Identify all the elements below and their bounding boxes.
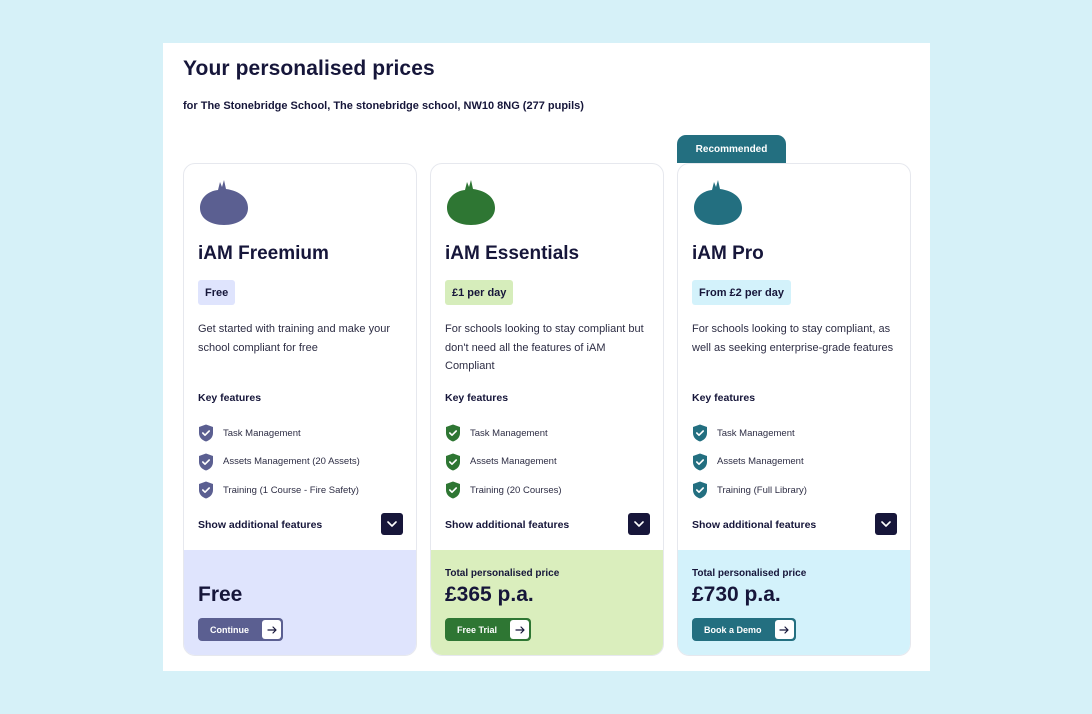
plan-name: iAM Pro [692, 243, 764, 264]
shield-check-icon [693, 453, 707, 471]
feature-label: Assets Management [470, 456, 557, 468]
chevron-down-icon [881, 521, 891, 527]
shield-check-icon [446, 453, 460, 471]
show-additional-features-label[interactable]: Show additional features [198, 519, 322, 531]
shield-check-icon [446, 481, 460, 499]
feature-list: Task Management Assets Management Traini… [692, 419, 807, 505]
shield-check-icon [199, 424, 213, 442]
pricing-panel: Your personalised prices for The Stonebr… [163, 43, 930, 671]
key-features-heading: Key features [445, 392, 509, 404]
feature-item: Training (Full Library) [692, 476, 807, 505]
total-price: £365 p.a. [445, 583, 534, 606]
total-price-label: Total personalised price [692, 568, 807, 579]
cta-label: Book a Demo [704, 624, 762, 635]
page-subtitle: for The Stonebridge School, The stonebri… [183, 100, 584, 112]
shield-check-icon [199, 481, 213, 499]
feature-list: Task Management Assets Management (20 As… [198, 419, 360, 505]
feature-item: Task Management [692, 419, 807, 448]
expand-features-button[interactable] [628, 513, 650, 535]
continue-button[interactable]: Continue [198, 618, 283, 641]
feature-label: Training (1 Course - Fire Safety) [223, 484, 359, 496]
expand-features-button[interactable] [381, 513, 403, 535]
key-features-heading: Key features [198, 392, 262, 404]
plan-card-freemium: iAM Freemium Free Get started with train… [183, 163, 417, 656]
feature-item: Assets Management [692, 448, 807, 477]
feature-item: Training (1 Course - Fire Safety) [198, 476, 360, 505]
plan-card-essentials: iAM Essentials £1 per day For schools lo… [430, 163, 664, 656]
plan-name: iAM Freemium [198, 243, 329, 264]
arrow-right-icon [262, 620, 281, 639]
feature-item: Task Management [198, 419, 360, 448]
cta-label: Free Trial [457, 624, 498, 635]
feature-item: Assets Management [445, 448, 562, 477]
feature-label: Task Management [717, 427, 795, 439]
price-badge: From £2 per day [692, 280, 791, 305]
price-badge: £1 per day [445, 280, 514, 305]
onion-logo-icon [447, 180, 495, 225]
chevron-down-icon [634, 521, 644, 527]
shield-check-icon [199, 453, 213, 471]
page-title: Your personalised prices [183, 57, 435, 80]
total-price: £730 p.a. [692, 583, 781, 606]
chevron-down-icon [387, 521, 397, 527]
feature-item: Training (20 Courses) [445, 476, 562, 505]
cta-label: Continue [210, 624, 249, 635]
feature-label: Assets Management [717, 456, 804, 468]
feature-label: Task Management [223, 427, 301, 439]
feature-list: Task Management Assets Management Traini… [445, 419, 562, 505]
plan-description: For schools looking to stay compliant bu… [445, 323, 644, 372]
book-demo-button[interactable]: Book a Demo [692, 618, 796, 641]
recommended-badge: Recommended [677, 135, 786, 163]
plan-name: iAM Essentials [445, 243, 580, 264]
arrow-right-icon [774, 620, 794, 639]
price-footer: Free Continue [184, 550, 416, 655]
onion-logo-icon [694, 180, 742, 225]
key-features-heading: Key features [692, 392, 756, 404]
feature-label: Task Management [470, 427, 548, 439]
shield-check-icon [446, 424, 460, 442]
show-additional-features-label[interactable]: Show additional features [445, 519, 569, 531]
plan-description: Get started with training and make your … [198, 323, 390, 354]
feature-label: Training (Full Library) [717, 484, 807, 496]
expand-features-button[interactable] [875, 513, 897, 535]
onion-logo-icon [200, 180, 248, 225]
show-additional-features-label[interactable]: Show additional features [692, 519, 816, 531]
feature-label: Assets Management (20 Assets) [223, 456, 360, 468]
price-badge: Free [198, 280, 236, 305]
feature-item: Assets Management (20 Assets) [198, 448, 360, 477]
feature-label: Training (20 Courses) [470, 484, 562, 496]
price-footer: Total personalised price £730 p.a. Book … [678, 550, 910, 655]
plan-card-pro: iAM Pro From £2 per day For schools look… [677, 163, 911, 656]
free-trial-button[interactable]: Free Trial [445, 618, 532, 641]
arrow-right-icon [510, 620, 530, 639]
plan-description: For schools looking to stay compliant, a… [692, 323, 894, 354]
feature-item: Task Management [445, 419, 562, 448]
total-price: Free [198, 583, 243, 606]
price-footer: Total personalised price £365 p.a. Free … [431, 550, 663, 655]
total-price-label: Total personalised price [445, 568, 560, 579]
shield-check-icon [693, 424, 707, 442]
shield-check-icon [693, 481, 707, 499]
